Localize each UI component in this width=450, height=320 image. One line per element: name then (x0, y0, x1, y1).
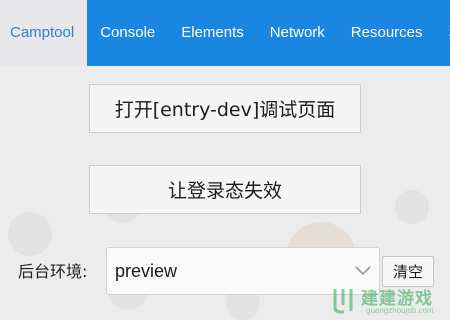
tab-console[interactable]: Console (87, 0, 168, 66)
tab-elements[interactable]: Elements (168, 0, 257, 66)
invalidate-login-button[interactable]: 让登录态失效 (89, 165, 361, 214)
environment-label: 后台环境: (18, 258, 87, 286)
tab-camptool[interactable]: Camptool (0, 0, 87, 66)
watermark-logo: 建建游戏 guangzhoujob.com (331, 281, 449, 319)
watermark-icon (331, 285, 357, 315)
tab-truncated[interactable]: S (436, 0, 450, 66)
watermark-url: guangzhoujob.com (366, 306, 434, 315)
background-app-icon (395, 190, 429, 224)
tab-network[interactable]: Network (257, 0, 338, 66)
background-app-icon (8, 212, 52, 256)
open-entry-dev-debug-button[interactable]: 打开[entry-dev]调试页面 (89, 84, 361, 133)
devtools-tab-bar: Camptool Console Elements Network Resour… (0, 0, 450, 66)
tab-resources[interactable]: Resources (338, 0, 436, 66)
chevron-down-icon (353, 260, 373, 280)
environment-selected-value: preview (115, 248, 177, 294)
